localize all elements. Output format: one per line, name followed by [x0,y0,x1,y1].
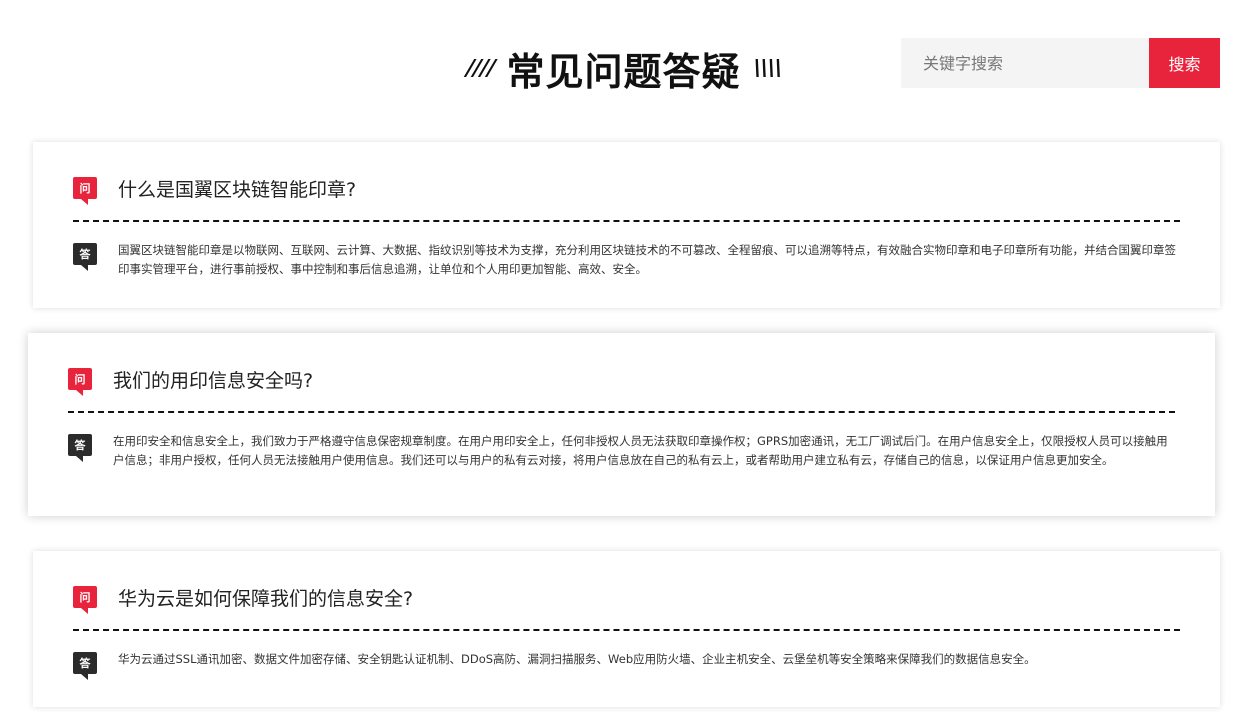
faq-answer-row: 答 在用印安全和信息安全上，我们致力于严格遵守信息保密规章制度。在用户用印安全上… [68,432,1175,470]
faq-question: 什么是国翼区块链智能印章? [118,178,357,201]
faq-question: 华为云是如何保障我们的信息安全? [118,587,414,610]
search-button[interactable]: 搜索 [1149,38,1220,88]
search-box: 搜索 [901,38,1220,88]
answer-badge-icon: 答 [68,434,92,462]
question-badge-icon: 问 [73,586,97,614]
question-badge-icon: 问 [73,177,97,205]
faq-question-row[interactable]: 问 我们的用印信息安全吗? [68,365,1175,396]
faq-question-row[interactable]: 问 华为云是如何保障我们的信息安全? [73,583,1180,614]
faq-card-2: 问 我们的用印信息安全吗? 答 在用印安全和信息安全上，我们致力于严格遵守信息保… [28,333,1215,516]
dashed-divider [68,411,1175,413]
faq-card-3: 问 华为云是如何保障我们的信息安全? 答 华为云通过SSL通讯加密、数据文件加密… [33,551,1220,707]
faq-question: 我们的用印信息安全吗? [113,369,314,392]
faq-answer: 在用印安全和信息安全上，我们致力于严格遵守信息保密规章制度。在用户用印安全上，任… [113,434,1168,467]
faq-card-1: 问 什么是国翼区块链智能印章? 答 国翼区块链智能印章是以物联网、互联网、云计算… [33,142,1220,308]
answer-badge-icon: 答 [73,243,97,271]
answer-badge-icon: 答 [73,652,97,680]
faq-answer: 华为云通过SSL通讯加密、数据文件加密存储、安全钥匙认证机制、DDoS高防、漏洞… [118,652,1036,666]
question-badge-icon: 问 [68,368,92,396]
faq-answer-row: 答 华为云通过SSL通讯加密、数据文件加密存储、安全钥匙认证机制、DDoS高防、… [73,650,1180,680]
page-title: 常见问题答疑 [506,49,741,94]
title-decoration-right: \\\\ [749,55,784,81]
faq-question-row[interactable]: 问 什么是国翼区块链智能印章? [73,174,1180,205]
faq-answer-row: 答 国翼区块链智能印章是以物联网、互联网、云计算、大数据、指纹识别等技术为支撑，… [73,241,1180,279]
dashed-divider [73,629,1180,631]
faq-answer: 国翼区块链智能印章是以物联网、互联网、云计算、大数据、指纹识别等技术为支撑，充分… [118,243,1176,276]
title-decoration-left: //// [462,55,498,81]
dashed-divider [73,220,1180,222]
search-input[interactable] [901,38,1149,88]
